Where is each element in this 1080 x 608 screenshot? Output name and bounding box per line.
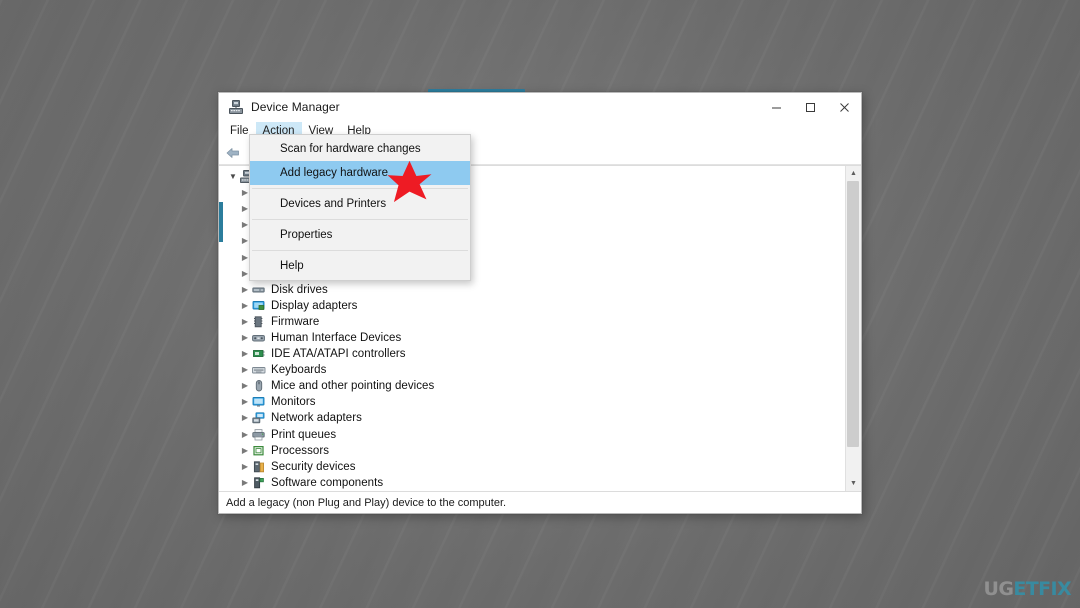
tree-item-label: Human Interface Devices [271, 331, 402, 344]
chevron-right-icon[interactable]: ▶ [239, 462, 251, 471]
tree-item-label: Processors [271, 444, 330, 457]
tree-row[interactable]: ▶ Print queues [219, 427, 845, 443]
title-bar: Device Manager [219, 93, 861, 121]
tree-item-label: IDE ATA/ATAPI controllers [271, 348, 406, 361]
status-text: Add a legacy (non Plug and Play) device … [226, 496, 507, 509]
menu-item-add-legacy-hardware[interactable]: Add legacy hardware [250, 161, 470, 185]
tree-row[interactable]: ▶ Processors [219, 443, 845, 459]
tree-item-label: Disk drives [271, 283, 328, 296]
network-adapter-icon [251, 411, 267, 425]
tree-item-label: Print queues [271, 428, 337, 441]
tree-item-label: Software components [271, 476, 384, 489]
tree-row[interactable]: ▶ Mice and other pointing devices [219, 378, 845, 394]
watermark-part2: ETFIX [1013, 578, 1071, 600]
display-adapter-icon [251, 299, 267, 313]
menu-item-help[interactable]: Help [250, 254, 470, 278]
chevron-right-icon[interactable]: ▶ [239, 446, 251, 455]
tree-row[interactable]: ▶ Monitors [219, 394, 845, 410]
tree-item-label: Monitors [271, 396, 316, 409]
firmware-icon [251, 315, 267, 329]
tree-row[interactable]: ▶ IDE ATA/ATAPI controllers [219, 346, 845, 362]
menu-separator [252, 250, 468, 251]
chevron-right-icon[interactable]: ▶ [239, 430, 251, 439]
action-menu-dropdown: Scan for hardware changes Add legacy har… [249, 134, 471, 281]
menu-item-properties[interactable]: Properties [250, 223, 470, 247]
close-button[interactable] [827, 93, 861, 121]
chevron-right-icon[interactable]: ▶ [239, 382, 251, 390]
minimize-button[interactable] [759, 93, 793, 121]
status-bar: Add a legacy (non Plug and Play) device … [219, 491, 861, 513]
disk-drive-icon [251, 283, 267, 297]
tree-row[interactable]: ▶ Firmware [219, 314, 845, 330]
tree-row[interactable]: ▶ Disk drives [219, 282, 845, 298]
software-component-icon [251, 476, 267, 490]
scrollbar-thumb[interactable] [847, 181, 859, 447]
vertical-scrollbar[interactable]: ▲ ▼ [845, 166, 861, 491]
ugetfix-watermark: UGETFIX [983, 578, 1072, 600]
chevron-right-icon[interactable]: ▶ [239, 350, 251, 358]
watermark-part1: UG [983, 578, 1014, 600]
menu-item-scan-for-hardware-changes[interactable]: Scan for hardware changes [250, 137, 470, 161]
tree-row[interactable]: ▶ Display adapters [219, 298, 845, 314]
chevron-down-icon[interactable]: ▼ [227, 173, 239, 181]
tree-item-label: Display adapters [271, 299, 358, 312]
red-star-annotation [386, 160, 433, 204]
monitor-icon [251, 395, 267, 409]
back-arrow-icon[interactable] [225, 145, 241, 161]
menu-item-devices-and-printers[interactable]: Devices and Printers [250, 192, 470, 216]
menu-separator [252, 188, 468, 189]
chevron-right-icon[interactable]: ▶ [239, 317, 251, 326]
mouse-icon [251, 379, 267, 393]
tree-row[interactable]: ▶ Keyboards [219, 362, 845, 378]
chevron-right-icon[interactable]: ▶ [239, 414, 251, 422]
tree-item-label: Mice and other pointing devices [271, 380, 435, 393]
tree-row[interactable]: ▶ Network adapters [219, 410, 845, 426]
processor-icon [251, 444, 267, 458]
scroll-up-button[interactable]: ▲ [846, 166, 861, 181]
chevron-right-icon[interactable]: ▶ [239, 285, 251, 294]
ide-controller-icon [251, 347, 267, 361]
chevron-right-icon[interactable]: ▶ [239, 398, 251, 406]
chevron-right-icon[interactable]: ▶ [239, 366, 251, 374]
tree-item-label: Security devices [271, 460, 356, 473]
chevron-right-icon[interactable]: ▶ [239, 301, 251, 310]
window-title: Device Manager [251, 100, 340, 114]
hid-icon [251, 331, 267, 345]
device-manager-icon [228, 99, 244, 115]
keyboard-icon [251, 363, 267, 377]
tree-item-label: Keyboards [271, 364, 327, 377]
maximize-button[interactable] [793, 93, 827, 121]
chevron-right-icon[interactable]: ▶ [239, 333, 251, 342]
tree-item-label: Firmware [271, 315, 320, 328]
tree-row[interactable]: ▶ Software components [219, 475, 845, 491]
printer-icon [251, 428, 267, 442]
tree-item-label: Network adapters [271, 412, 362, 425]
chevron-right-icon[interactable]: ▶ [239, 478, 251, 487]
left-accent-strip [219, 202, 223, 242]
tree-row[interactable]: ▶ Security devices [219, 459, 845, 475]
tree-row[interactable]: ▶ Human Interface Devices [219, 330, 845, 346]
security-device-icon [251, 460, 267, 474]
menu-separator [252, 219, 468, 220]
scroll-down-button[interactable]: ▼ [846, 476, 861, 491]
window-controls [759, 93, 861, 121]
